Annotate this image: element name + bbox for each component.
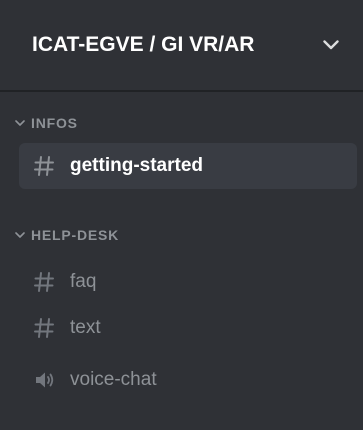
- channel-label: text: [70, 317, 101, 338]
- channel-faq[interactable]: faq: [19, 259, 357, 305]
- channel-label: getting-started: [70, 155, 203, 176]
- server-name: ICAT-EGVE / GI VR/AR: [32, 33, 255, 56]
- channel-label: faq: [70, 271, 97, 292]
- category-label: HELP-DESK: [31, 227, 120, 243]
- hash-icon: [32, 316, 56, 340]
- channel-label: voice-chat: [70, 369, 157, 390]
- channel-text[interactable]: text: [19, 305, 357, 351]
- hash-icon: [32, 154, 56, 178]
- channel-getting-started[interactable]: getting-started: [19, 143, 357, 189]
- channel-voice-chat[interactable]: voice-chat: [19, 357, 357, 403]
- server-header[interactable]: ICAT-EGVE / GI VR/AR: [0, 0, 363, 92]
- chevron-down-icon: [14, 229, 26, 241]
- hash-icon: [32, 270, 56, 294]
- chevron-down-icon: [14, 117, 26, 129]
- speaker-icon: [32, 368, 56, 392]
- category-label: INFOS: [31, 115, 78, 131]
- chevron-down-icon[interactable]: [321, 35, 341, 55]
- category-infos[interactable]: INFOS: [0, 113, 78, 133]
- category-help-desk[interactable]: HELP-DESK: [0, 225, 119, 245]
